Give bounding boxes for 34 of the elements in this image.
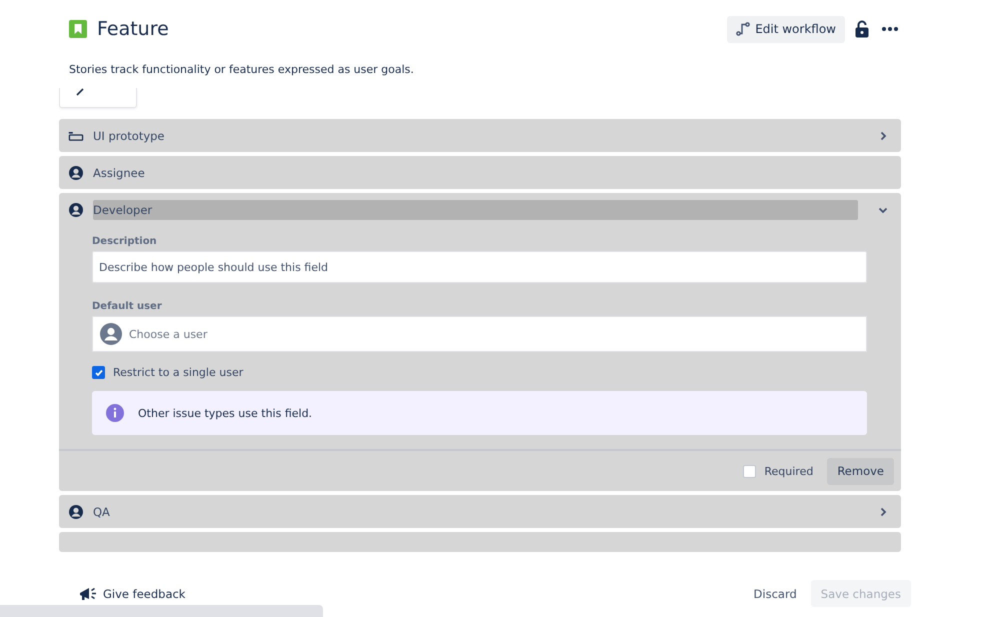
info-icon [106, 404, 124, 422]
field-caption: Description [92, 236, 158, 247]
page-description: Stories track functionality or features expressed as user goals. [69, 63, 415, 76]
edit-workflow-button[interactable]: Edit workflow [727, 16, 845, 42]
user-picker-field[interactable]: Choose a user [92, 316, 867, 352]
user-icon [68, 504, 84, 520]
checkbox-label: Restrict to a single user [113, 366, 244, 379]
info-text: Other issue types use this field. [138, 406, 312, 420]
pencil-icon [76, 88, 84, 96]
give-feedback-button[interactable]: Give feedback [79, 586, 186, 600]
more-icon [881, 26, 899, 32]
bookmark-icon [69, 20, 87, 38]
user-search-input[interactable]: Choose a user [127, 326, 859, 342]
field-label[interactable]: UI prototype [93, 126, 858, 146]
more-button[interactable] [879, 24, 901, 34]
unlock-button[interactable] [853, 18, 871, 40]
field-label[interactable]: QA [93, 502, 858, 522]
field-label[interactable]: Developer [93, 200, 858, 220]
page-title: Feature [97, 18, 169, 40]
checkbox[interactable] [92, 366, 105, 379]
remove-button[interactable]: Remove [827, 458, 894, 484]
avatar-icon [100, 323, 122, 345]
discard-button[interactable]: Discard [750, 580, 801, 606]
user-icon [68, 202, 84, 218]
description-field[interactable]: Describe how people should use this field [92, 251, 867, 283]
user-icon [68, 164, 84, 180]
field-label[interactable]: Assignee [93, 162, 891, 182]
panel-icon [68, 130, 84, 142]
megaphone-icon [79, 586, 97, 600]
field-caption: Default user [92, 301, 163, 312]
checkbox-label: Required [764, 464, 814, 478]
checkbox[interactable] [743, 464, 756, 478]
padlock-icon [855, 20, 869, 38]
workflow-icon [736, 22, 750, 36]
